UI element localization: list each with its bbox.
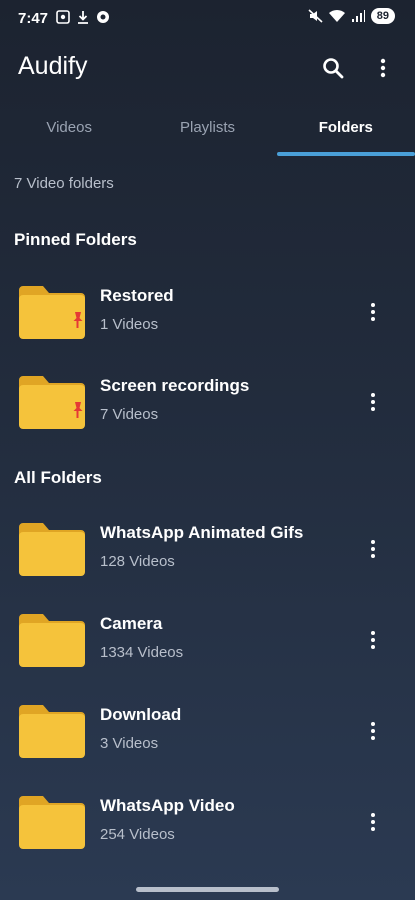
folder-name: Restored	[100, 286, 174, 305]
folder-name: WhatsApp Video	[100, 796, 235, 815]
tab-videos[interactable]: Videos	[0, 108, 138, 156]
folder-video-count: 3 Videos	[100, 735, 159, 752]
folder-row[interactable]: WhatsApp Animated Gifs 128 Videos	[0, 521, 415, 595]
tab-playlists[interactable]: Playlists	[138, 108, 276, 156]
folder-options-icon[interactable]	[363, 537, 383, 561]
folder-video-count: 1334 Videos	[100, 644, 184, 661]
pinned-folder-icon	[19, 286, 85, 339]
mute-icon	[308, 9, 323, 23]
wifi-icon	[328, 9, 345, 22]
folder-name: Screen recordings	[100, 376, 250, 395]
folder-row[interactable]: Restored 1 Videos	[0, 284, 415, 358]
folder-icon	[19, 523, 85, 576]
tab-bar: Videos Playlists Folders	[0, 108, 415, 156]
folder-name: WhatsApp Animated Gifs	[100, 523, 304, 542]
home-indicator[interactable]	[136, 887, 279, 892]
folder-icon	[19, 705, 85, 758]
app-bar: Audify	[0, 50, 415, 90]
folder-row[interactable]: WhatsApp Video 254 Videos	[0, 794, 415, 868]
app-notification-icon	[97, 11, 109, 23]
folder-video-count: 254 Videos	[100, 826, 175, 843]
folder-video-count: 128 Videos	[100, 553, 175, 570]
pinned-folders-heading: Pinned Folders	[14, 230, 137, 249]
status-time: 7:47	[18, 10, 49, 27]
folder-options-icon[interactable]	[363, 390, 383, 414]
folder-options-icon[interactable]	[363, 810, 383, 834]
signal-icon	[351, 10, 365, 22]
app-title: Audify	[18, 52, 88, 80]
folder-video-count: 1 Videos	[100, 316, 159, 333]
battery-indicator: 89	[370, 8, 395, 24]
folder-count: 7 Video folders	[14, 175, 114, 192]
folder-options-icon[interactable]	[363, 719, 383, 743]
status-bar: 7:47 89	[0, 0, 415, 38]
pinned-folder-icon	[19, 376, 85, 429]
folder-row[interactable]: Screen recordings 7 Videos	[0, 374, 415, 448]
folder-icon	[19, 796, 85, 849]
download-icon	[78, 11, 88, 24]
all-folders-heading: All Folders	[14, 468, 102, 487]
folder-options-icon[interactable]	[363, 628, 383, 652]
search-icon[interactable]	[321, 56, 345, 80]
folder-row[interactable]: Download 3 Videos	[0, 703, 415, 777]
folder-icon	[19, 614, 85, 667]
folder-video-count: 7 Videos	[100, 406, 159, 423]
overflow-menu-icon[interactable]	[371, 56, 395, 80]
screenshot-icon	[56, 10, 70, 24]
folder-name: Download	[100, 705, 182, 724]
folder-row[interactable]: Camera 1334 Videos	[0, 612, 415, 686]
tab-folders[interactable]: Folders	[276, 108, 415, 156]
folder-name: Camera	[100, 614, 163, 633]
folder-options-icon[interactable]	[363, 300, 383, 324]
